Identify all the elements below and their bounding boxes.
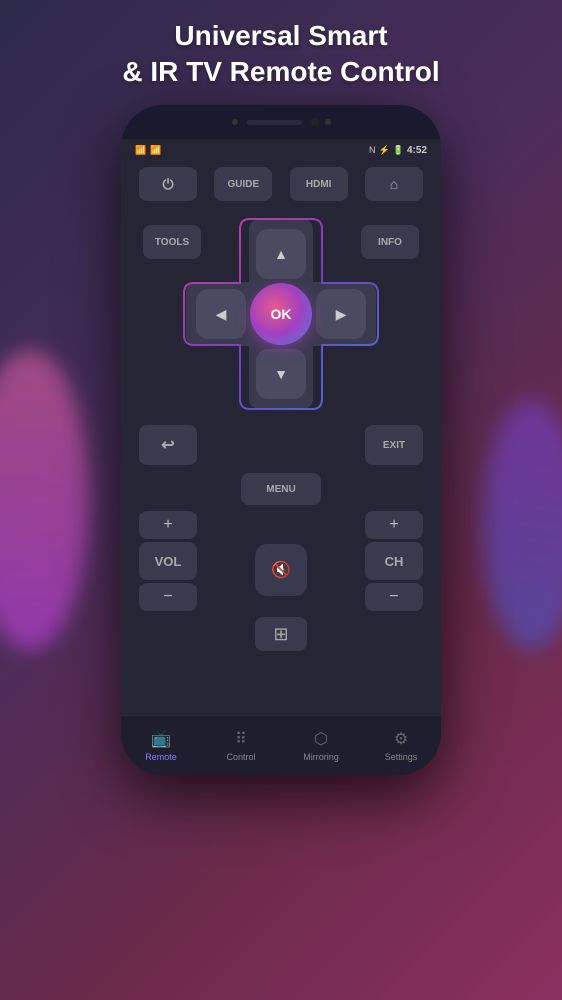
phone-notch bbox=[121, 105, 441, 139]
status-left: 📶 📶 bbox=[135, 145, 161, 156]
home-button[interactable]: ⌂ bbox=[365, 167, 423, 201]
bluetooth-icon: ⚡ bbox=[379, 145, 390, 156]
camera-dot-left bbox=[232, 119, 238, 125]
arrow-up-button[interactable]: ▲ bbox=[256, 229, 306, 279]
back-icon: ↩ bbox=[161, 435, 174, 455]
nav-remote[interactable]: 📺 Remote bbox=[126, 729, 196, 762]
ch-plus-button[interactable]: + bbox=[365, 511, 423, 539]
source-button[interactable]: ⊞ bbox=[255, 617, 307, 651]
vol-minus-button[interactable]: − bbox=[139, 583, 197, 611]
remote-content: ⏻ GUIDE HDMI ⌂ TOOLS bbox=[121, 161, 441, 651]
power-button[interactable]: ⏻ bbox=[139, 167, 197, 201]
battery-icon: 🔋 bbox=[393, 145, 404, 156]
exit-button[interactable]: EXIT bbox=[365, 425, 423, 465]
home-icon: ⌂ bbox=[390, 176, 398, 192]
arrow-right-icon: ▶ bbox=[336, 306, 347, 323]
guide-button[interactable]: GUIDE bbox=[214, 167, 272, 201]
power-icon: ⏻ bbox=[162, 176, 173, 193]
arrow-left-button[interactable]: ◀ bbox=[196, 289, 246, 339]
ok-button[interactable]: OK bbox=[250, 283, 312, 345]
nav-mirroring[interactable]: ⬡ Mirroring bbox=[286, 729, 356, 762]
volume-group: + VOL − bbox=[139, 511, 197, 611]
dpad-section: TOOLS INFO bbox=[135, 211, 427, 421]
mute-icon: 🔇 bbox=[271, 560, 291, 580]
menu-row: MENU bbox=[135, 473, 427, 505]
arrow-right-button[interactable]: ▶ bbox=[316, 289, 366, 339]
phone-speaker bbox=[247, 120, 302, 125]
remote-nav-label: Remote bbox=[145, 752, 177, 762]
dpad-container: ▲ ▼ ◀ ▶ OK bbox=[186, 219, 376, 409]
page-title: Universal Smart & IR TV Remote Control bbox=[0, 18, 562, 91]
settings-nav-label: Settings bbox=[385, 752, 418, 762]
control-nav-icon: ⠿ bbox=[235, 729, 247, 749]
vol-ch-section: + VOL − 🔇 + bbox=[135, 511, 427, 611]
camera-dot-right bbox=[325, 119, 331, 125]
mute-group: 🔇 bbox=[255, 526, 307, 596]
back-exit-row: ↩ EXIT bbox=[135, 425, 427, 465]
mirroring-nav-label: Mirroring bbox=[303, 752, 339, 762]
mute-button[interactable]: 🔇 bbox=[255, 544, 307, 596]
settings-nav-icon: ⚙ bbox=[394, 729, 408, 749]
arrow-down-button[interactable]: ▼ bbox=[256, 349, 306, 399]
nav-settings[interactable]: ⚙ Settings bbox=[366, 729, 436, 762]
arrow-down-icon: ▼ bbox=[274, 366, 288, 382]
nfc-icon: N bbox=[369, 145, 376, 155]
ch-minus-button[interactable]: − bbox=[365, 583, 423, 611]
phone-screen: 📶 📶 N ⚡ 🔋 4:52 ⏻ GUIDE HDMI bbox=[121, 139, 441, 775]
nav-control[interactable]: ⠿ Control bbox=[206, 729, 276, 762]
mirroring-nav-icon: ⬡ bbox=[314, 729, 328, 749]
remote-nav-icon: 📺 bbox=[151, 729, 171, 749]
channel-group: + CH − bbox=[365, 511, 423, 611]
hdmi-button[interactable]: HDMI bbox=[290, 167, 348, 201]
arrow-left-icon: ◀ bbox=[216, 306, 227, 323]
menu-button[interactable]: MENU bbox=[241, 473, 321, 505]
wifi-icon: 📶 bbox=[150, 145, 161, 156]
source-icon: ⊞ bbox=[273, 624, 288, 645]
status-time: 4:52 bbox=[407, 145, 427, 156]
status-bar: 📶 📶 N ⚡ 🔋 4:52 bbox=[121, 139, 441, 161]
vol-plus-button[interactable]: + bbox=[139, 511, 197, 539]
control-nav-label: Control bbox=[226, 752, 255, 762]
back-button[interactable]: ↩ bbox=[139, 425, 197, 465]
source-row: ⊞ bbox=[135, 617, 427, 651]
vol-label: VOL bbox=[139, 542, 197, 580]
status-right: N ⚡ 🔋 4:52 bbox=[369, 145, 427, 156]
sim-icon: 📶 bbox=[135, 145, 146, 156]
ch-label: CH bbox=[365, 542, 423, 580]
arrow-up-icon: ▲ bbox=[274, 246, 288, 262]
phone-mockup: 📶 📶 N ⚡ 🔋 4:52 ⏻ GUIDE HDMI bbox=[121, 105, 441, 775]
dpad-cross: ▲ ▼ ◀ ▶ OK bbox=[186, 219, 376, 409]
front-camera bbox=[311, 118, 319, 126]
top-button-row: ⏻ GUIDE HDMI ⌂ bbox=[135, 167, 427, 201]
bottom-navigation: 📺 Remote ⠿ Control ⬡ Mirroring ⚙ Setting… bbox=[121, 715, 441, 775]
